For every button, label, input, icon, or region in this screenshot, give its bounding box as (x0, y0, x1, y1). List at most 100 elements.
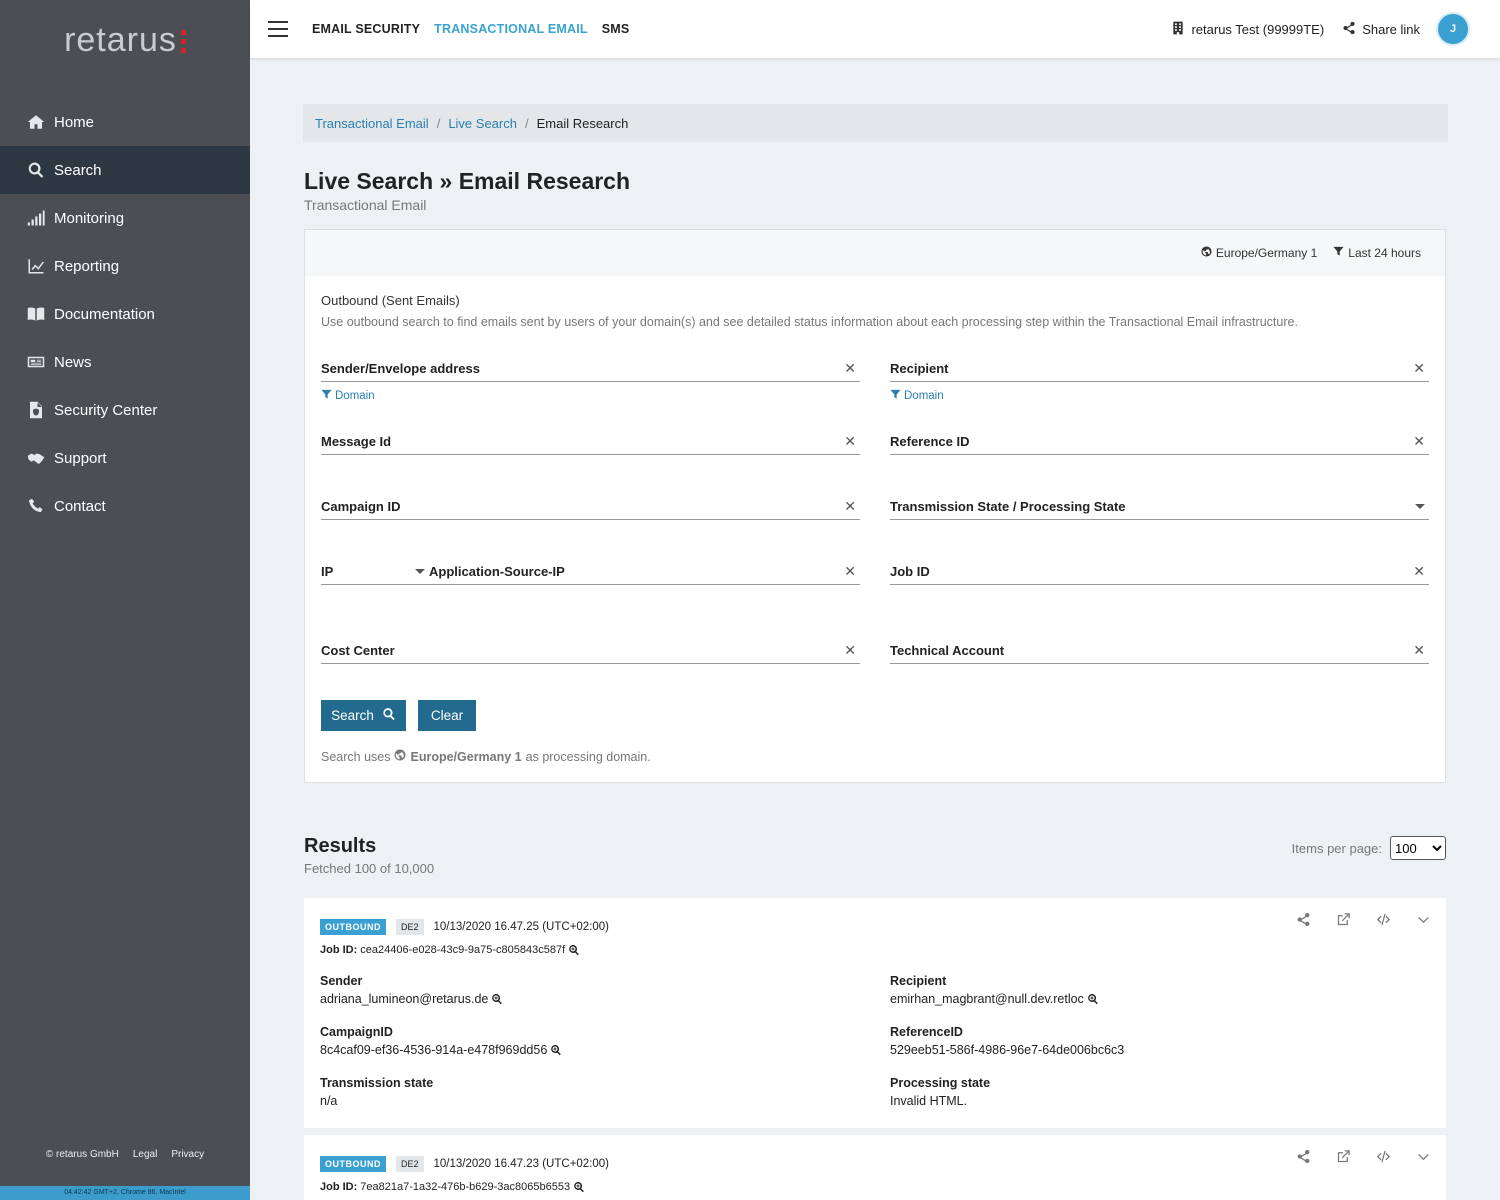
handshake-icon (26, 448, 46, 468)
items-per-page: Items per page: 100 (1292, 836, 1446, 860)
external-link-icon[interactable] (1334, 1147, 1352, 1165)
sidebar-item-security-center[interactable]: Security Center (0, 386, 250, 434)
reference-id-label: Reference ID (890, 434, 970, 449)
chevron-down-icon[interactable] (1414, 910, 1432, 928)
recipient-domain-filter[interactable]: Domain (890, 389, 944, 403)
sidebar: retarus Home Search Monitoring Reporting… (0, 0, 250, 1200)
building-icon (1171, 21, 1185, 38)
processing-info: Processing state Invalid HTML. (890, 1076, 991, 1108)
timeframe-filter[interactable]: Last 24 hours (1333, 246, 1421, 260)
sidebar-item-contact[interactable]: Contact (0, 482, 250, 530)
domain-label: Domain (335, 390, 375, 402)
clear-icon[interactable]: ✕ (844, 433, 856, 450)
recipient-label: Recipient (890, 361, 949, 376)
sender-domain-filter[interactable]: Domain (321, 389, 375, 403)
breadcrumb-transactional-email[interactable]: Transactional Email (315, 116, 429, 131)
campaign-id-field[interactable]: Campaign ID ✕ (321, 494, 860, 520)
sidebar-footer: © retarus GmbH Legal Privacy (0, 1149, 250, 1160)
chevron-down-icon[interactable] (1414, 1147, 1432, 1165)
breadcrumb-live-search[interactable]: Live Search (448, 116, 517, 131)
tab-transactional-email[interactable]: TRANSACTIONAL EMAIL (434, 22, 588, 36)
clear-icon[interactable]: ✕ (844, 563, 856, 580)
privacy-link[interactable]: Privacy (171, 1149, 204, 1160)
zoom-search-icon[interactable] (568, 944, 580, 956)
ip-type-select[interactable]: IP (321, 564, 429, 579)
account-name: retarus Test (99999TE) (1191, 21, 1325, 37)
clear-button[interactable]: Clear (418, 700, 476, 731)
ip-field[interactable]: IP Application-Source-IP ✕ (321, 559, 860, 585)
globe-icon (394, 749, 406, 764)
technical-account-label: Technical Account (890, 643, 1005, 658)
result-meta: OUTBOUND DE2 10/13/2020 16.47.23 (UTC+02… (320, 1156, 609, 1172)
retarus-logo[interactable]: retarus (0, 0, 250, 80)
panel-header: Europe/Germany 1 Last 24 hours (305, 230, 1445, 276)
clear-icon[interactable]: ✕ (844, 642, 856, 659)
external-link-icon[interactable] (1334, 910, 1352, 928)
search-button[interactable]: Search (321, 700, 406, 731)
clear-icon[interactable]: ✕ (1413, 563, 1425, 580)
share-icon[interactable] (1294, 1147, 1312, 1165)
account-selector[interactable]: retarus Test (99999TE) (1171, 21, 1324, 38)
clear-icon[interactable]: ✕ (1413, 642, 1425, 659)
legal-link[interactable]: Legal (133, 1149, 157, 1160)
ip-label: IP (321, 564, 334, 579)
region-selector[interactable]: Europe/Germany 1 (1201, 246, 1317, 260)
zoom-search-icon[interactable] (491, 993, 503, 1005)
menu-toggle-icon[interactable] (268, 21, 288, 37)
clear-icon[interactable]: ✕ (1413, 360, 1425, 377)
job-id-field[interactable]: Job ID ✕ (890, 559, 1429, 585)
sidebar-item-monitoring[interactable]: Monitoring (0, 194, 250, 242)
avatar[interactable]: J (1438, 14, 1468, 44)
sidebar-item-documentation[interactable]: Documentation (0, 290, 250, 338)
sidebar-item-reporting[interactable]: Reporting (0, 242, 250, 290)
home-icon (26, 112, 46, 132)
transmission-value: n/a (320, 1094, 338, 1108)
sidebar-item-label: Support (54, 449, 107, 467)
share-icon[interactable] (1294, 910, 1312, 928)
clear-icon[interactable]: ✕ (1413, 433, 1425, 450)
timeframe-label: Last 24 hours (1348, 246, 1421, 260)
zoom-search-icon[interactable] (1087, 993, 1099, 1005)
zoom-search-icon[interactable] (550, 1044, 562, 1056)
domain-label: Domain (904, 390, 944, 402)
sidebar-item-label: Home (54, 113, 95, 131)
recipient-field[interactable]: Recipient ✕ (890, 356, 1429, 382)
processing-domain: Europe/Germany 1 (410, 749, 522, 764)
code-icon[interactable] (1374, 1147, 1392, 1165)
clear-icon[interactable]: ✕ (844, 498, 856, 515)
clear-button-label: Clear (430, 708, 464, 723)
section-title: Outbound (Sent Emails) (321, 293, 460, 308)
sidebar-item-support[interactable]: Support (0, 434, 250, 482)
zoom-search-icon[interactable] (573, 1181, 585, 1193)
sidebar-item-search[interactable]: Search (0, 146, 250, 194)
sender-label: Sender/Envelope address (321, 361, 480, 376)
result-job-id: Job ID: 7ea821a7-1a32-476b-b629-3ac8065b… (320, 1181, 585, 1193)
sender-info: Sender adriana_lumineon@retarus.de (320, 974, 503, 1006)
items-per-page-select[interactable]: 100 (1390, 836, 1446, 860)
message-id-field[interactable]: Message Id ✕ (321, 429, 860, 455)
technical-account-field[interactable]: Technical Account ✕ (890, 638, 1429, 664)
tab-email-security[interactable]: EMAIL SECURITY (312, 22, 420, 36)
sidebar-item-home[interactable]: Home (0, 98, 250, 146)
search-icon (382, 707, 396, 724)
items-per-page-label: Items per page: (1291, 840, 1382, 856)
cost-center-field[interactable]: Cost Center ✕ (321, 638, 860, 664)
sidebar-item-label: News (54, 353, 92, 371)
transmission-state-select[interactable]: Transmission State / Processing State (890, 494, 1429, 520)
breadcrumb: Transactional Email / Live Search / Emai… (303, 104, 1448, 142)
sender-field[interactable]: Sender/Envelope address ✕ (321, 356, 860, 382)
share-link-button[interactable]: Share link (1342, 21, 1420, 38)
job-id-label: Job ID (890, 564, 930, 579)
chevron-down-icon (415, 569, 425, 574)
search-panel: Europe/Germany 1 Last 24 hours Outbound … (304, 229, 1446, 783)
tab-sms[interactable]: SMS (602, 22, 630, 36)
signal-bars-icon (26, 208, 46, 228)
cost-center-label: Cost Center (321, 643, 395, 658)
clear-icon[interactable]: ✕ (844, 360, 856, 377)
sidebar-item-label: Contact (54, 497, 106, 515)
reference-id-field[interactable]: Reference ID ✕ (890, 429, 1429, 455)
sidebar-item-label: Monitoring (54, 209, 125, 227)
region-badge: DE2 (396, 919, 424, 935)
sidebar-item-news[interactable]: News (0, 338, 250, 386)
code-icon[interactable] (1374, 910, 1392, 928)
